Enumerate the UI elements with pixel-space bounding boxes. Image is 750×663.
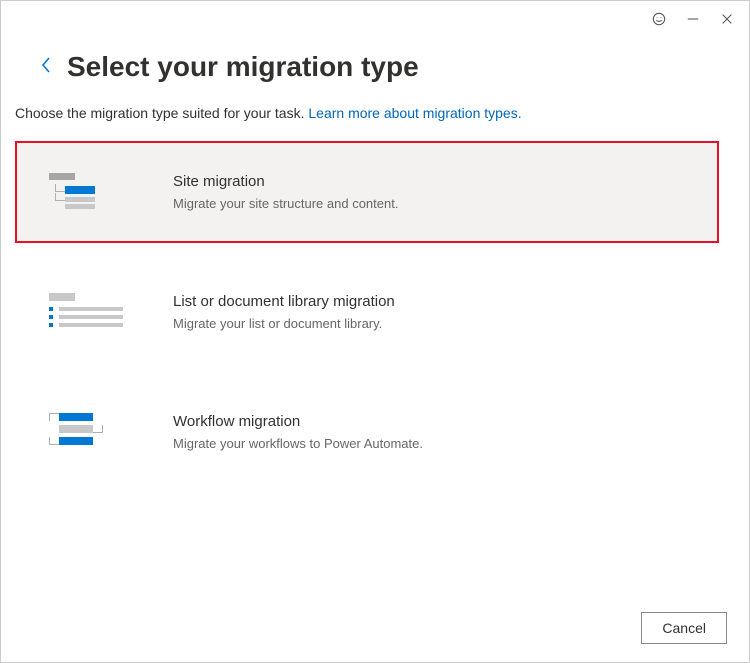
smiley-icon[interactable] [651,11,667,27]
option-workflow-migration[interactable]: Workflow migration Migrate your workflow… [15,381,719,483]
subtitle-text: Choose the migration type suited for you… [15,105,308,121]
footer: Cancel [641,612,727,644]
window-controls [637,1,749,37]
learn-more-link[interactable]: Learn more about migration types. [308,105,521,121]
cancel-button[interactable]: Cancel [641,612,727,644]
option-desc: Migrate your site structure and content. [173,196,398,211]
option-site-migration[interactable]: Site migration Migrate your site structu… [15,141,719,243]
option-text: Workflow migration Migrate your workflow… [173,413,423,451]
option-desc: Migrate your list or document library. [173,316,395,331]
options-list: Site migration Migrate your site structu… [15,141,719,483]
site-structure-icon [49,173,133,209]
header: Select your migration type [15,51,719,83]
option-list-library-migration[interactable]: List or document library migration Migra… [15,261,719,363]
minimize-icon[interactable] [685,11,701,27]
option-desc: Migrate your workflows to Power Automate… [173,436,423,451]
option-title: Site migration [173,173,398,190]
page-title: Select your migration type [67,51,419,83]
option-text: List or document library migration Migra… [173,293,395,331]
subtitle: Choose the migration type suited for you… [15,105,719,121]
option-title: Workflow migration [173,413,423,430]
chevron-left-icon[interactable] [39,56,53,79]
option-title: List or document library migration [173,293,395,310]
option-text: Site migration Migrate your site structu… [173,173,398,211]
main-content: Select your migration type Choose the mi… [1,1,749,483]
workflow-icon [49,413,133,449]
close-icon[interactable] [719,11,735,27]
list-library-icon [49,293,133,331]
